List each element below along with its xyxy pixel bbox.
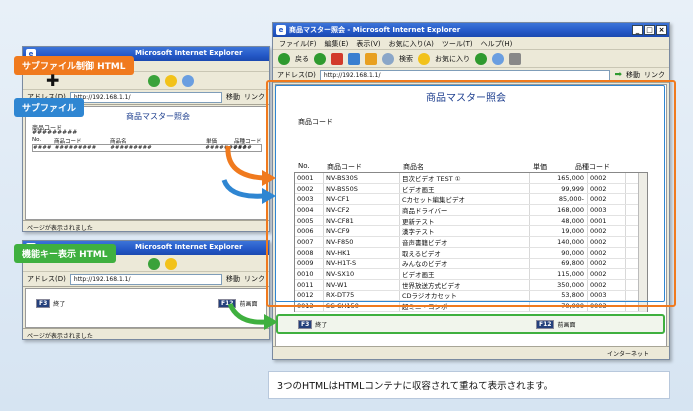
address-label: アドレス(D) <box>277 71 316 79</box>
blue-arrow <box>221 178 265 199</box>
callout-subfile-control: サブファイル制御 HTML <box>14 56 134 75</box>
links-label[interactable]: リンク <box>644 70 665 80</box>
go-label[interactable]: 移動 <box>626 70 640 80</box>
status-text: ページが表示されました <box>27 225 93 232</box>
main-fkey-f3[interactable]: F3 終了 <box>298 320 327 329</box>
sub-cell: #### <box>33 145 52 151</box>
address-input[interactable]: http://192.168.1.1/ <box>319 69 611 81</box>
stop-icon[interactable] <box>331 52 343 65</box>
status-bar: ページが表示されました <box>23 220 269 231</box>
refresh-icon[interactable] <box>348 52 360 65</box>
back-icon[interactable] <box>278 52 290 65</box>
favorites-icon[interactable] <box>165 74 177 87</box>
fkey-f3-key: F3 <box>36 299 51 308</box>
callout-fkey-html: 機能キー表示 HTML <box>14 244 116 263</box>
status-text: ページが表示されました <box>27 333 93 340</box>
address-bar: アドレス(D) http://192.168.1.1/ 移動 リンク <box>23 272 269 287</box>
menu-edit[interactable]: 編集(E) <box>325 39 349 48</box>
home-icon[interactable] <box>148 257 160 270</box>
main-fkey-f12-key: F12 <box>536 320 555 329</box>
orange-arrow-head <box>262 170 276 186</box>
orange-arrow <box>225 145 265 181</box>
green-arrow-head <box>264 314 278 330</box>
address-label: アドレス(D) <box>27 275 66 283</box>
main-fkey-f3-label: 終了 <box>315 322 328 329</box>
maximize-button[interactable]: □ <box>644 25 655 35</box>
caption: 3つのHTMLはHTMLコンテナに収容されて重ねて表示されます。 <box>268 371 670 399</box>
go-icon[interactable]: ➡ <box>614 70 622 80</box>
fkey-f3-label: 終了 <box>53 301 66 308</box>
page-heading: 商品マスター照会 <box>126 112 190 121</box>
green-arrow <box>227 302 267 325</box>
callout-subfile: サブファイル <box>14 98 85 117</box>
menu-help[interactable]: ヘルプ(H) <box>481 39 513 48</box>
subfile-control-frame <box>275 85 665 302</box>
address-input[interactable]: http://192.168.1.1/ <box>69 91 222 103</box>
menu-favorites[interactable]: お気に入り(A) <box>389 39 434 48</box>
mail-icon[interactable] <box>492 52 504 65</box>
blue-arrow-head <box>262 188 276 204</box>
main-fkey-f3-key: F3 <box>298 320 313 329</box>
window-title: Microsoft Internet Explorer <box>135 49 243 57</box>
sub-field-value: ######### <box>32 129 78 136</box>
links-label[interactable]: リンク <box>244 92 265 102</box>
menu-bar: ファイル(F) 編集(E) 表示(V) お気に入り(A) ツール(T) ヘルプ(… <box>273 37 669 50</box>
ie-icon: e <box>276 25 286 35</box>
fkey-f3[interactable]: F3 終了 <box>36 299 65 308</box>
window-controls: _ □ × <box>632 25 667 35</box>
search-label[interactable]: 検索 <box>399 54 413 64</box>
address-input[interactable]: http://192.168.1.1/ <box>69 273 222 285</box>
sub-cell: ######### <box>54 145 97 151</box>
links-label[interactable]: リンク <box>244 274 265 284</box>
toolbar: 戻る 検索 お気に入り <box>273 50 669 68</box>
back-label[interactable]: 戻る <box>295 54 309 64</box>
home-icon[interactable] <box>148 74 160 87</box>
sub-cell: ######### <box>110 145 152 151</box>
print-icon[interactable] <box>509 52 521 65</box>
menu-file[interactable]: ファイル(F) <box>279 39 317 48</box>
arrows <box>221 145 276 204</box>
window-title: 商品マスター照会 - Microsoft Internet Explorer <box>289 26 461 34</box>
home-icon[interactable] <box>365 52 377 65</box>
status-bar: インターネット <box>273 346 669 359</box>
title-bar: e 商品マスター照会 - Microsoft Internet Explorer… <box>273 23 669 37</box>
main-fkey-f12-label: 前画面 <box>557 322 576 329</box>
favorites-icon[interactable] <box>165 257 177 270</box>
green-arrow-svg <box>227 302 278 330</box>
plus-icon: ✚ <box>46 71 60 90</box>
favorites-label[interactable]: お気に入り <box>435 54 470 64</box>
close-button[interactable]: × <box>656 25 667 35</box>
go-label[interactable]: 移動 <box>226 92 240 102</box>
search-icon[interactable] <box>382 52 394 65</box>
status-zone: インターネット <box>606 351 649 358</box>
window-title: Microsoft Internet Explorer <box>135 243 243 251</box>
favorites-icon[interactable] <box>418 52 430 65</box>
go-label[interactable]: 移動 <box>226 274 240 284</box>
menu-view[interactable]: 表示(V) <box>356 39 380 48</box>
forward-icon[interactable] <box>314 52 326 65</box>
minimize-button[interactable]: _ <box>632 25 643 35</box>
menu-tools[interactable]: ツール(T) <box>442 39 473 48</box>
main-fkey-f12[interactable]: F12 前画面 <box>536 320 575 329</box>
history-icon[interactable] <box>475 52 487 65</box>
fkey-frame: F3 終了 F12 前画面 <box>276 314 665 334</box>
mail-icon[interactable] <box>182 74 194 87</box>
